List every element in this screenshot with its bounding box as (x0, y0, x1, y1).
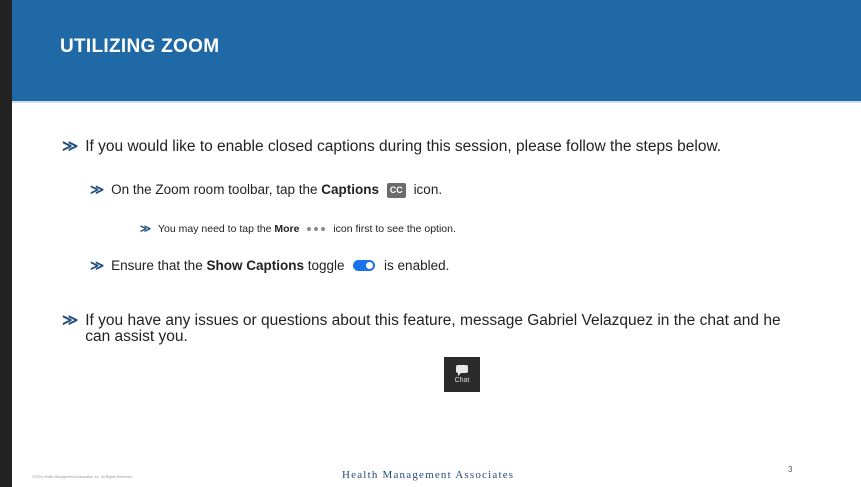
page-number: 3 (788, 465, 793, 474)
bullet-arrow-icon: ≫ (90, 182, 105, 197)
cc-icon: CC (386, 183, 406, 198)
bullet-support: ≫ If you have any issues or questions ab… (62, 313, 802, 345)
bullet-arrow-icon: ≫ (62, 312, 79, 329)
copyright-text: ©2024 Health Management Associates, Inc.… (32, 475, 133, 479)
bullet-arrow-icon: ≫ (62, 138, 79, 155)
more-label: More (274, 223, 300, 235)
bullet-text: is enabled. (384, 258, 450, 273)
bullet-arrow-icon: ≫ (90, 258, 105, 273)
header-divider (12, 101, 861, 103)
more-dots-icon (307, 227, 326, 231)
bullet-captions-step: ≫ On the Zoom room toolbar, tap the Capt… (90, 181, 442, 199)
bullet-arrow-icon: ≫ (140, 223, 151, 235)
slide-title: UTILIZING ZOOM (60, 36, 220, 57)
bullet-text: toggle (307, 258, 345, 273)
chat-label: Chat (454, 377, 470, 384)
bullet-text: On the Zoom room toolbar, tap the (111, 182, 322, 197)
chat-button[interactable]: Chat (444, 357, 480, 392)
bullet-text: Ensure that the (111, 258, 207, 273)
captions-label: Captions (321, 182, 380, 197)
bullet-text: icon first to see the option. (333, 223, 456, 235)
bullet-toggle-step: ≫ Ensure that the Show Captions toggle i… (90, 257, 449, 275)
bullet-text: icon. (413, 182, 443, 197)
bullet-more-step: ≫ You may need to tap the More icon firs… (140, 222, 456, 236)
company-logo: Health Management Associates (342, 469, 515, 481)
bullet-text: You may need to tap the (158, 223, 275, 235)
bullet-text: If you have any issues or questions abou… (85, 312, 781, 345)
slide-header: UTILIZING ZOOM (12, 0, 861, 101)
toggle-icon (353, 260, 376, 271)
bullet-captions-intro: ≫ If you would like to enable closed cap… (62, 139, 802, 155)
bullet-text: If you would like to enable closed capti… (85, 138, 722, 155)
show-captions-label: Show Captions (206, 258, 304, 273)
slide: UTILIZING ZOOM ≫ If you would like to en… (12, 0, 861, 487)
chat-bubble-icon (456, 365, 468, 376)
